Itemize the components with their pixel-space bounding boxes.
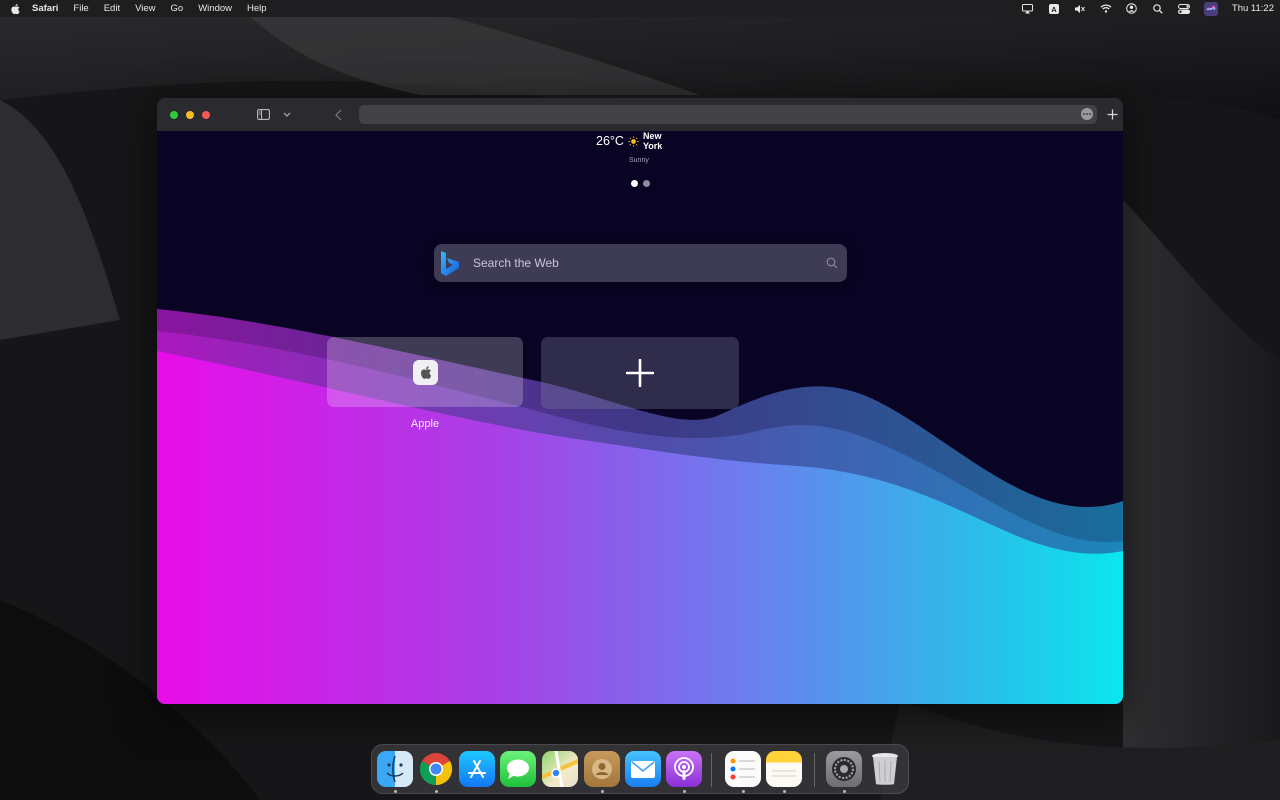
favorite-tile-apple[interactable]	[327, 337, 523, 407]
mute-icon[interactable]	[1074, 3, 1086, 15]
page-dot-active[interactable]	[631, 180, 638, 187]
menu-edit[interactable]: Edit	[104, 3, 120, 14]
sun-icon	[628, 135, 639, 147]
menu-view[interactable]: View	[135, 3, 155, 14]
apple-menu-icon[interactable]	[10, 3, 20, 15]
new-tab-plus-icon[interactable]	[1105, 108, 1119, 122]
notes-icon[interactable]	[766, 751, 802, 787]
mail-icon[interactable]	[625, 751, 661, 787]
more-options-icon[interactable]	[1081, 108, 1093, 120]
menu-file[interactable]: File	[73, 3, 88, 14]
safari-window: 26°C New York Sunny Search the Web Apple	[157, 98, 1123, 704]
page-indicator	[631, 180, 650, 187]
plus-icon	[626, 359, 654, 387]
chevron-down-icon[interactable]	[283, 110, 293, 120]
finder-icon[interactable]	[377, 751, 413, 787]
maps-icon[interactable]	[542, 751, 578, 787]
messages-icon[interactable]	[500, 751, 536, 787]
sidebar-toggle-icon[interactable]	[257, 108, 273, 122]
podcasts-icon[interactable]	[666, 751, 702, 787]
search-icon[interactable]	[826, 257, 838, 269]
menu-go[interactable]: Go	[171, 3, 184, 14]
user-icon[interactable]	[1126, 3, 1138, 15]
back-arrow-icon[interactable]	[335, 108, 345, 122]
minimize-button[interactable]	[186, 110, 194, 119]
apple-icon	[412, 359, 438, 385]
trash-icon[interactable]	[867, 751, 903, 787]
weather-widget[interactable]: 26°C New York	[596, 131, 673, 151]
menu-clock[interactable]: Thu 11:22	[1232, 3, 1274, 14]
dock	[371, 744, 909, 794]
svg-text:A: A	[1051, 5, 1057, 14]
reminders-icon[interactable]	[725, 751, 761, 787]
keyboard-input-icon[interactable]: A	[1048, 3, 1060, 15]
zoom-button[interactable]	[170, 110, 178, 119]
window-controls	[170, 110, 210, 119]
weather-city: New York	[642, 131, 663, 151]
add-favorite-tile[interactable]	[541, 337, 739, 409]
favorite-label-apple: Apple	[410, 418, 440, 430]
page-dot[interactable]	[643, 180, 650, 187]
web-search-box[interactable]: Search the Web	[434, 244, 847, 282]
browser-toolbar	[157, 98, 1123, 131]
menu-help[interactable]: Help	[247, 3, 267, 14]
start-page: 26°C New York Sunny Search the Web Apple	[157, 131, 1123, 704]
spotlight-search-icon[interactable]	[1152, 3, 1164, 15]
menu-app-name[interactable]: Safari	[32, 3, 58, 14]
address-bar[interactable]	[359, 105, 1097, 124]
contacts-icon[interactable]	[584, 751, 620, 787]
search-placeholder: Search the Web	[473, 256, 559, 270]
weather-condition: Sunny	[629, 157, 649, 164]
app-store-icon[interactable]	[459, 751, 495, 787]
weather-temperature: 26°C	[596, 134, 624, 148]
siri-icon[interactable]	[1203, 1, 1218, 16]
control-center-icon[interactable]	[1177, 3, 1190, 15]
chrome-icon[interactable]	[418, 751, 454, 787]
airplay-icon[interactable]	[1022, 3, 1034, 15]
close-button[interactable]	[202, 110, 210, 119]
menu-bar: Safari File Edit View Go Window Help A T…	[0, 0, 1280, 17]
wifi-icon[interactable]	[1100, 3, 1112, 15]
wave-background	[157, 131, 1123, 704]
bing-logo-icon	[441, 251, 459, 276]
system-settings-icon[interactable]	[826, 751, 862, 787]
menu-window[interactable]: Window	[198, 3, 232, 14]
